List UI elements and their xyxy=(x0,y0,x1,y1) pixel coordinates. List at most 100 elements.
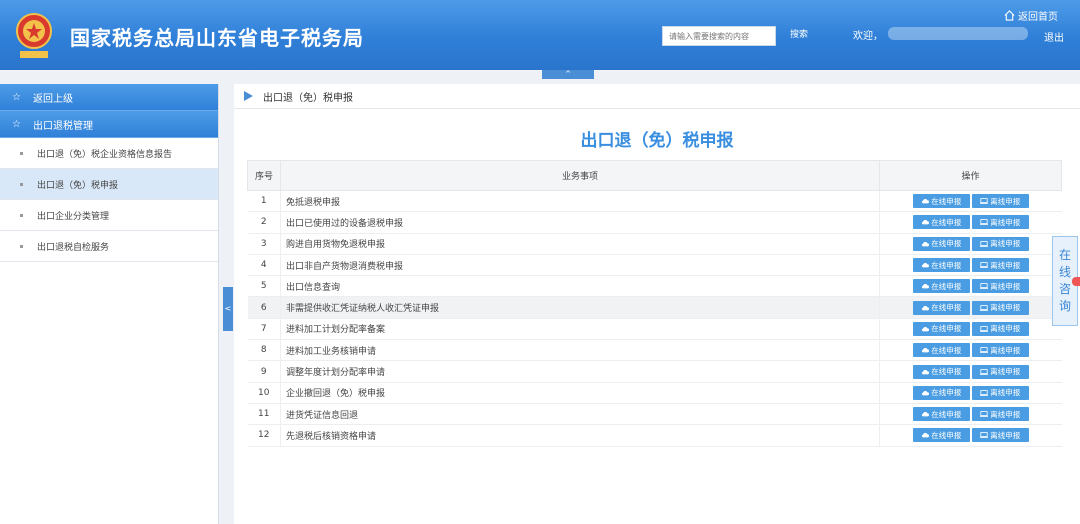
row-number: 11 xyxy=(247,403,281,426)
offline-declare-label: 离线申报 xyxy=(990,409,1021,419)
table-row: 7 进料加工计划分配率备案 在线申报 离线申报 xyxy=(247,318,1062,341)
offline-declare-label: 离线申报 xyxy=(990,367,1021,377)
offline-declare-button[interactable]: 离线申报 xyxy=(971,385,1029,400)
row-actions: 在线申报 离线申报 xyxy=(879,190,1062,213)
collapse-sidebar-button[interactable]: < xyxy=(223,287,233,331)
sidebar-back-label: 返回上级 xyxy=(32,93,73,105)
online-declare-button[interactable]: 在线申报 xyxy=(912,321,970,336)
sidebar-item[interactable]: 出口退（免）税申报 xyxy=(0,169,218,200)
table-row: 3 购进自用货物免退税申报 在线申报 离线申报 xyxy=(247,233,1062,255)
cloud-upload-icon xyxy=(922,326,930,332)
row-number: 7 xyxy=(247,318,281,341)
row-number: 1 xyxy=(247,190,281,213)
row-number: 4 xyxy=(247,254,281,277)
logout-link[interactable]: 退出 xyxy=(1044,29,1064,44)
search-input[interactable] xyxy=(662,26,776,46)
table-row: 12 先退税后核销资格申请 在线申报 离线申报 xyxy=(247,424,1062,447)
row-actions: 在线申报 离线申报 xyxy=(879,424,1062,447)
online-declare-button[interactable]: 在线申报 xyxy=(912,215,970,230)
col-header-num: 序号 xyxy=(247,160,281,191)
offline-declare-label: 离线申报 xyxy=(990,260,1021,270)
online-declare-button[interactable]: 在线申报 xyxy=(912,236,970,251)
col-header-task: 业务事项 xyxy=(280,160,880,191)
cloud-upload-icon xyxy=(922,262,930,268)
cloud-upload-icon xyxy=(922,348,930,353)
online-declare-button[interactable]: 在线申报 xyxy=(912,385,970,400)
online-declare-button[interactable]: 在线申报 xyxy=(912,407,970,422)
sidebar-item[interactable]: 出口退（免）税企业资格信息报告 xyxy=(0,138,218,169)
online-declare-button[interactable]: 在线申报 xyxy=(912,300,970,315)
row-task: 企业撤回退（免）税申报 xyxy=(280,382,880,404)
sidebar-item[interactable]: 出口退税自检服务 xyxy=(0,231,218,262)
computer-icon xyxy=(980,411,989,417)
offline-declare-button[interactable]: 离线申报 xyxy=(971,300,1029,315)
online-declare-button[interactable]: 在线申报 xyxy=(912,194,970,209)
row-number: 8 xyxy=(247,339,281,362)
online-declare-button[interactable]: 在线申报 xyxy=(912,279,970,294)
row-actions: 在线申报 离线申报 xyxy=(879,382,1062,404)
table-row: 5 出口信息查询 在线申报 离线申报 xyxy=(247,275,1062,298)
bullet-icon xyxy=(20,213,23,217)
consult-char: 在 xyxy=(1058,248,1071,262)
online-declare-label: 在线申报 xyxy=(931,260,962,270)
home-link[interactable]: 返回首页 xyxy=(1004,8,1058,23)
row-task: 进货凭证信息回退 xyxy=(280,403,880,426)
table-row: 4 出口非自产货物退消费税申报 在线申报 离线申报 xyxy=(247,254,1062,277)
home-icon xyxy=(1004,10,1015,21)
row-actions: 在线申报 离线申报 xyxy=(879,211,1062,234)
search-button[interactable]: 搜索 xyxy=(790,27,808,40)
offline-declare-label: 离线申报 xyxy=(990,388,1021,398)
computer-icon xyxy=(980,432,989,439)
offline-declare-button[interactable]: 离线申报 xyxy=(971,215,1029,230)
computer-icon xyxy=(980,326,989,332)
sidebar-section-header[interactable]: ☆ 出口退税管理 xyxy=(0,111,218,138)
online-declare-label: 在线申报 xyxy=(931,196,962,206)
offline-declare-button[interactable]: 离线申报 xyxy=(971,428,1029,443)
collapse-header-button[interactable]: ^ xyxy=(542,70,594,79)
cloud-upload-icon xyxy=(922,241,930,247)
offline-declare-button[interactable]: 离线申报 xyxy=(971,279,1029,294)
top-header: 国家税务总局山东省电子税务局 搜索 欢迎， 返回首页 退出 xyxy=(0,0,1080,70)
cloud-upload-icon xyxy=(922,412,930,417)
cloud-upload-icon xyxy=(922,305,930,311)
row-task: 进料加工计划分配率备案 xyxy=(280,318,880,341)
table-row: 6 非需提供收汇凭证纳税人收汇凭证申报 在线申报 离线申报 xyxy=(247,296,1062,319)
online-declare-label: 在线申报 xyxy=(931,217,962,227)
online-declare-label: 在线申报 xyxy=(931,303,962,313)
offline-declare-button[interactable]: 离线申报 xyxy=(971,236,1029,251)
tax-emblem-icon xyxy=(16,13,52,58)
table-row: 11 进货凭证信息回退 在线申报 离线申报 xyxy=(247,403,1062,426)
offline-declare-button[interactable]: 离线申报 xyxy=(971,364,1029,379)
table-row: 9 调整年度计划分配率申请 在线申报 离线申报 xyxy=(247,360,1062,383)
offline-declare-button[interactable]: 离线申报 xyxy=(971,407,1029,422)
offline-declare-button[interactable]: 离线申报 xyxy=(971,194,1029,209)
offline-declare-button[interactable]: 离线申报 xyxy=(971,258,1029,273)
row-task: 先退税后核销资格申请 xyxy=(280,424,880,447)
online-declare-button[interactable]: 在线申报 xyxy=(912,364,970,379)
table-row: 10 企业撤回退（免）税申报 在线申报 离线申报 xyxy=(247,382,1062,404)
bullet-icon xyxy=(20,182,23,186)
sidebar-item-label: 出口企业分类管理 xyxy=(37,211,110,222)
cloud-upload-icon xyxy=(922,369,930,374)
home-link-label: 返回首页 xyxy=(1018,12,1058,23)
row-task: 出口信息查询 xyxy=(280,275,880,298)
row-actions: 在线申报 离线申报 xyxy=(879,254,1062,277)
consult-char: 线 xyxy=(1058,265,1071,279)
online-declare-button[interactable]: 在线申报 xyxy=(912,428,970,443)
row-actions: 在线申报 离线申报 xyxy=(879,275,1062,298)
row-task: 进料加工业务核销申请 xyxy=(280,339,880,362)
row-actions: 在线申报 离线申报 xyxy=(879,339,1062,362)
online-declare-button[interactable]: 在线申报 xyxy=(912,343,970,358)
offline-declare-label: 离线申报 xyxy=(990,303,1021,313)
offline-declare-label: 离线申报 xyxy=(990,345,1021,355)
online-declare-button[interactable]: 在线申报 xyxy=(912,258,970,273)
offline-declare-button[interactable]: 离线申报 xyxy=(971,321,1029,336)
sidebar-item-label: 出口退（免）税申报 xyxy=(37,180,119,191)
sidebar-item[interactable]: 出口企业分类管理 xyxy=(0,200,218,231)
offline-declare-label: 离线申报 xyxy=(990,196,1021,206)
row-task: 调整年度计划分配率申请 xyxy=(280,360,880,383)
sidebar-back[interactable]: ☆ 返回上级 xyxy=(0,84,218,111)
online-declare-label: 在线申报 xyxy=(931,345,962,355)
offline-declare-label: 离线申报 xyxy=(990,281,1021,291)
offline-declare-button[interactable]: 离线申报 xyxy=(971,343,1029,358)
